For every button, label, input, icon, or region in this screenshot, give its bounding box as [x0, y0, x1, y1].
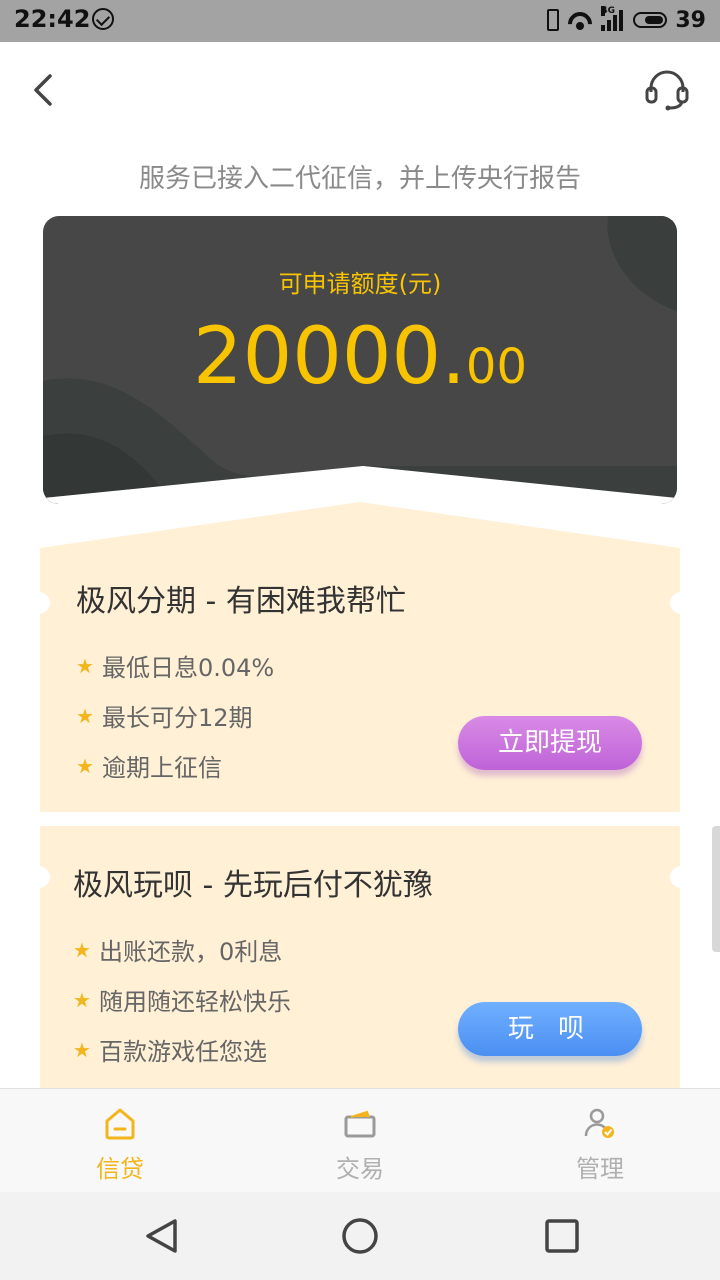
- feature-text: 逾期上征信: [102, 754, 222, 782]
- star-icon: ★: [76, 653, 94, 678]
- product-title: 极风玩呗 - 先玩后付不犹豫: [73, 868, 433, 903]
- play-button[interactable]: 玩 呗: [458, 1002, 642, 1056]
- star-icon: ★: [76, 753, 94, 778]
- customer-service-button[interactable]: [644, 68, 690, 112]
- ticket-notch: [28, 866, 50, 888]
- system-nav-bar: [0, 1192, 720, 1280]
- home-icon: [105, 1108, 135, 1140]
- check-circle-icon: [92, 8, 114, 30]
- star-icon: ★: [76, 703, 94, 728]
- star-icon: ★: [73, 987, 91, 1012]
- feature-text: 最长可分12期: [102, 704, 253, 732]
- feature-item: ★ 百款游戏任您选: [73, 1032, 267, 1067]
- back-button[interactable]: [28, 72, 60, 108]
- status-time: 22:42: [14, 5, 91, 33]
- feature-item: ★ 随用随还轻松快乐: [73, 982, 291, 1017]
- wifi-icon: [567, 10, 593, 30]
- quota-card: 可申请额度(元) 20000.00: [43, 216, 677, 504]
- star-icon: ★: [73, 1037, 91, 1062]
- product-title: 极风分期 - 有困难我帮忙: [76, 584, 406, 619]
- feature-text: 随用随还轻松快乐: [99, 988, 291, 1016]
- user-check-icon: [584, 1108, 614, 1138]
- signal-icon: 4G: [601, 6, 625, 31]
- nav-label: 信贷: [96, 1155, 144, 1183]
- status-bar: 22:42 4G 39: [0, 0, 720, 42]
- battery-icon: [633, 12, 668, 28]
- battery-level: 39: [675, 7, 706, 33]
- status-icons: 4G 39: [547, 6, 706, 34]
- withdraw-button[interactable]: 立即提现: [458, 716, 642, 770]
- product-card-play: 极风玩呗 - 先玩后付不犹豫 ★ 出账还款，0利息 ★ 随用随还轻松快乐 ★ 百款游戏…: [28, 826, 692, 1090]
- card-roof-decoration: [40, 502, 680, 554]
- vibrate-icon: [547, 9, 560, 31]
- quota-amount-decimal: 00: [465, 339, 527, 395]
- quota-amount: 20000.00: [43, 312, 677, 402]
- feature-text: 最低日息0.04%: [102, 654, 275, 682]
- product-card-installment: 极风分期 - 有困难我帮忙 ★ 最低日息0.04% ★ 最长可分12期 ★ 逾期上征信…: [28, 552, 692, 812]
- quota-amount-integer: 20000.: [192, 312, 466, 402]
- system-back-icon[interactable]: [142, 1216, 182, 1256]
- star-icon: ★: [73, 937, 91, 962]
- wallet-icon: [344, 1110, 376, 1138]
- feature-item: ★ 最长可分12期: [76, 698, 253, 733]
- nav-label: 交易: [336, 1155, 384, 1183]
- credit-notice: 服务已接入二代征信，并上传央行报告: [138, 164, 581, 194]
- ticket-notch: [670, 866, 692, 888]
- chevron-left-icon: [34, 74, 52, 106]
- scroll-handle[interactable]: [712, 826, 720, 952]
- quota-label: 可申请额度(元): [278, 270, 442, 298]
- headset-icon: [645, 70, 689, 111]
- nav-label: 管理: [576, 1155, 624, 1183]
- system-home-icon[interactable]: [340, 1216, 380, 1256]
- network-type: 4G: [601, 6, 616, 16]
- feature-item: ★ 出账还款，0利息: [73, 932, 282, 967]
- feature-text: 出账还款，0利息: [99, 938, 283, 966]
- nav-item-manage[interactable]: 管理: [540, 1107, 660, 1183]
- feature-item: ★ 最低日息0.04%: [76, 648, 274, 683]
- nav-item-trade[interactable]: 交易: [300, 1107, 420, 1183]
- ticket-notch: [670, 592, 692, 614]
- feature-text: 百款游戏任您选: [99, 1038, 267, 1066]
- bottom-nav: 信贷 交易 管理: [0, 1088, 720, 1193]
- ticket-notch: [28, 592, 50, 614]
- nav-item-credit[interactable]: 信贷: [60, 1107, 180, 1183]
- feature-item: ★ 逾期上征信: [76, 748, 222, 783]
- system-recent-icon[interactable]: [542, 1216, 582, 1256]
